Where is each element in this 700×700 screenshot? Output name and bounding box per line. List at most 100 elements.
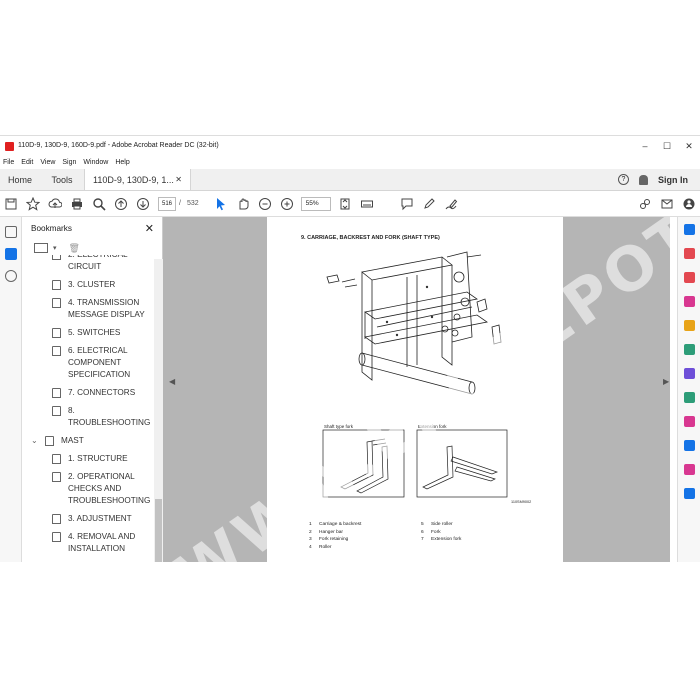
delete-bookmark-icon[interactable]: 🗑 bbox=[69, 243, 80, 254]
notification-bell-icon[interactable] bbox=[639, 174, 648, 185]
bookmark-label: 3. CLUSTER bbox=[68, 280, 116, 289]
export-pdf-icon[interactable] bbox=[683, 296, 695, 307]
share-icon[interactable] bbox=[678, 193, 700, 215]
menu-file[interactable]: File bbox=[3, 159, 14, 166]
tab-bar: Home Tools 110D-9, 130D-9, 1... ✕ ? Sign… bbox=[0, 169, 700, 191]
search-tools-icon[interactable] bbox=[683, 224, 695, 235]
bookmark-item[interactable]: 4. TRANSMISSION MESSAGE DISPLAY bbox=[22, 297, 154, 321]
zoom-in-icon[interactable] bbox=[276, 193, 298, 215]
bookmark-item[interactable]: 3. CLUSTER bbox=[22, 279, 154, 291]
page-total: 532 bbox=[186, 200, 199, 207]
select-cursor-icon[interactable] bbox=[210, 193, 232, 215]
sign-in-button[interactable]: Sign In bbox=[658, 175, 688, 185]
protect-icon[interactable] bbox=[683, 440, 695, 451]
optimize-pdf-icon[interactable] bbox=[683, 392, 695, 403]
bookmark-flag-icon bbox=[52, 532, 61, 542]
bookmark-item[interactable]: 4. REMOVAL AND INSTALLATION bbox=[22, 531, 154, 555]
bookmark-item[interactable]: 6. ELECTRICAL COMPONENT SPECIFICATION bbox=[22, 345, 154, 381]
share-link-icon[interactable] bbox=[634, 193, 656, 215]
bookmark-flag-icon bbox=[52, 454, 61, 464]
page-number-input[interactable]: 516 bbox=[158, 196, 176, 211]
close-window-button[interactable]: ✕ bbox=[678, 136, 700, 156]
attachments-paperclip-icon[interactable] bbox=[4, 270, 17, 282]
options-dropdown-icon[interactable]: ▾ bbox=[53, 244, 57, 252]
email-icon[interactable] bbox=[656, 193, 678, 215]
fit-page-icon[interactable] bbox=[334, 193, 356, 215]
highlight-pen-icon[interactable] bbox=[418, 193, 440, 215]
bookmark-options-icon[interactable] bbox=[34, 243, 48, 253]
bookmark-item[interactable]: 7. CONNECTORS bbox=[22, 387, 154, 399]
combine-files-icon[interactable] bbox=[683, 272, 695, 283]
zoom-level-select[interactable]: 55% bbox=[300, 196, 331, 211]
legend-right-column: 5 Side roller 6 Fork 7 Extension fork bbox=[421, 521, 461, 544]
legend-number: 4 bbox=[309, 544, 312, 550]
chevron-down-icon[interactable]: ⌄ bbox=[31, 435, 41, 447]
maximize-button[interactable]: ☐ bbox=[656, 136, 678, 156]
find-icon[interactable] bbox=[88, 193, 110, 215]
bookmark-item[interactable]: 8. TROUBLESHOOTING bbox=[22, 405, 154, 429]
document-viewer[interactable]: ◀ ▶ 9. CARRIAGE, BACKREST AND FORK (SHAF… bbox=[163, 217, 670, 562]
tab-document[interactable]: 110D-9, 130D-9, 1... ✕ bbox=[84, 169, 191, 190]
legend-text: Fork bbox=[431, 529, 441, 535]
right-tools-rail bbox=[677, 217, 700, 562]
comment-icon[interactable] bbox=[396, 193, 418, 215]
bookmark-label: 5. SWITCHES bbox=[68, 328, 121, 337]
tab-tools[interactable]: Tools bbox=[40, 169, 84, 190]
legend-text: Side roller bbox=[431, 522, 453, 527]
bookmark-label: 7. CONNECTORS bbox=[68, 388, 136, 397]
bookmark-flag-icon bbox=[52, 346, 61, 356]
zoom-out-icon[interactable] bbox=[254, 193, 276, 215]
sign-pen-icon[interactable] bbox=[440, 193, 462, 215]
bookmark-label: 1. STRUCTURE bbox=[68, 454, 128, 463]
legend-entry: 5 Side roller bbox=[421, 521, 461, 529]
tab-home[interactable]: Home bbox=[0, 169, 40, 190]
bookmark-flag-icon bbox=[45, 436, 54, 446]
bookmark-item[interactable]: 2. OPERATIONAL CHECKS AND TROUBLESHOOTIN… bbox=[22, 471, 154, 507]
bookmark-item[interactable]: 2. ELECTRICAL CIRCUIT bbox=[22, 255, 154, 273]
acrobat-window: 110D-9, 130D-9, 160D-9.pdf - Adobe Acrob… bbox=[0, 135, 700, 562]
legend-number: 7 bbox=[421, 537, 424, 542]
legend-text: Fork retaining bbox=[319, 537, 349, 542]
bookmarks-scrollbar[interactable] bbox=[154, 259, 163, 562]
tab-close-icon[interactable]: ✕ bbox=[175, 175, 182, 184]
menu-help[interactable]: Help bbox=[115, 159, 129, 166]
keyboard-icon[interactable] bbox=[356, 193, 378, 215]
menu-sign[interactable]: Sign bbox=[62, 159, 76, 166]
bookmark-label: 3. ADJUSTMENT bbox=[68, 514, 132, 523]
cloud-upload-icon[interactable] bbox=[44, 193, 66, 215]
menu-edit[interactable]: Edit bbox=[21, 159, 33, 166]
expand-rail-icon[interactable] bbox=[683, 488, 695, 499]
bookmark-label: 8. TROUBLESHOOTING bbox=[68, 406, 151, 427]
save-icon[interactable] bbox=[0, 193, 22, 215]
legend-text: Roller bbox=[319, 544, 332, 550]
create-pdf-icon[interactable] bbox=[683, 248, 695, 259]
bookmark-flag-icon bbox=[52, 514, 61, 524]
more-tools-icon[interactable] bbox=[683, 464, 695, 475]
expand-right-pane-arrow[interactable]: ▶ bbox=[663, 377, 669, 386]
bookmark-item[interactable]: 3. ADJUSTMENT bbox=[22, 513, 154, 525]
close-bookmarks-icon[interactable]: ✕ bbox=[145, 222, 154, 235]
print-icon[interactable] bbox=[66, 193, 88, 215]
collapse-left-pane-arrow[interactable]: ◀ bbox=[169, 377, 175, 386]
bookmark-star-icon[interactable] bbox=[22, 193, 44, 215]
next-page-icon[interactable] bbox=[132, 193, 154, 215]
bookmarks-icon[interactable] bbox=[4, 248, 17, 260]
page-thumbnails-icon[interactable] bbox=[4, 226, 17, 238]
comment-tool-icon[interactable] bbox=[683, 320, 695, 331]
bookmark-item[interactable]: 5. SWITCHES bbox=[22, 327, 154, 339]
bookmarks-scroll-thumb[interactable] bbox=[155, 499, 162, 562]
organize-pages-icon[interactable] bbox=[683, 344, 695, 355]
bookmark-item[interactable]: ⌄ MAST bbox=[22, 435, 154, 447]
menu-view[interactable]: View bbox=[40, 159, 55, 166]
menu-bar: File Edit View Sign Window Help bbox=[0, 156, 700, 169]
edit-pdf-icon[interactable] bbox=[683, 368, 695, 379]
menu-window[interactable]: Window bbox=[83, 159, 108, 166]
legend-entry: 7 Extension fork bbox=[421, 536, 461, 544]
fill-sign-icon[interactable] bbox=[683, 416, 695, 427]
previous-page-icon[interactable] bbox=[110, 193, 132, 215]
minimize-button[interactable]: – bbox=[634, 136, 656, 156]
help-icon[interactable]: ? bbox=[618, 174, 629, 185]
bookmark-item[interactable]: 1. STRUCTURE bbox=[22, 453, 154, 465]
page-separator: / bbox=[179, 200, 181, 207]
hand-tool-icon[interactable] bbox=[232, 193, 254, 215]
